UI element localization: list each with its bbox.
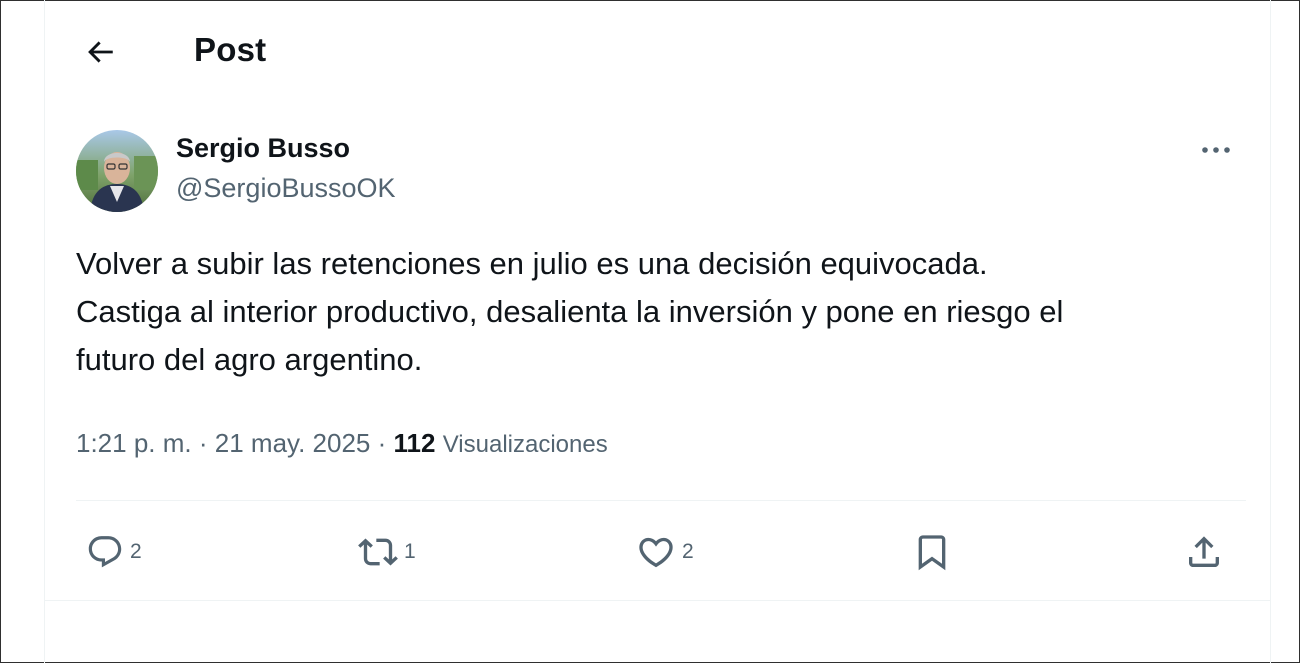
reply-button[interactable]: 2: [86, 530, 142, 574]
arrow-left-icon: [88, 41, 113, 63]
repost-count: 1: [404, 540, 416, 563]
more-horizontal-icon: [1202, 147, 1230, 153]
post-time[interactable]: 1:21 p. m.: [76, 428, 192, 458]
views-label: Visualizaciones: [442, 431, 608, 458]
reply-icon: [88, 536, 122, 568]
share-button[interactable]: [1184, 530, 1224, 574]
back-button[interactable]: [76, 28, 124, 76]
post-header: Post: [0, 0, 1300, 100]
bookmark-button[interactable]: [912, 530, 952, 574]
bookmark-icon: [918, 535, 946, 571]
reply-count: 2: [130, 540, 142, 563]
like-count: 2: [682, 540, 694, 563]
avatar-image: [76, 130, 158, 212]
divider: [76, 500, 1246, 501]
author-name[interactable]: Sergio Busso: [176, 133, 350, 164]
heart-icon: [639, 537, 673, 568]
share-icon: [1189, 536, 1219, 567]
tweet-meta: 1:21 p. m. · 21 may. 2025 · 112 Visualiz…: [76, 428, 608, 459]
author-handle[interactable]: @SergioBussoOK: [176, 173, 396, 204]
meta-separator: ·: [198, 428, 208, 458]
like-button[interactable]: 2: [636, 530, 694, 574]
repost-button[interactable]: 1: [358, 530, 416, 574]
tweet-line: futuro del agro argentino.: [76, 342, 423, 377]
tweet-line: Volver a subir las retenciones en julio …: [76, 246, 988, 281]
views-count: 112: [393, 428, 436, 458]
avatar[interactable]: [76, 130, 158, 212]
tweet-text: Volver a subir las retenciones en julio …: [76, 240, 1246, 384]
post-date[interactable]: 21 may. 2025: [215, 428, 371, 458]
divider: [44, 600, 1270, 601]
more-options-button[interactable]: [1196, 134, 1236, 166]
page-title: Post: [194, 31, 267, 68]
tweet-line: Castiga al interior productivo, desalien…: [76, 294, 1064, 329]
meta-separator: ·: [377, 428, 387, 458]
repost-icon: [358, 538, 398, 566]
